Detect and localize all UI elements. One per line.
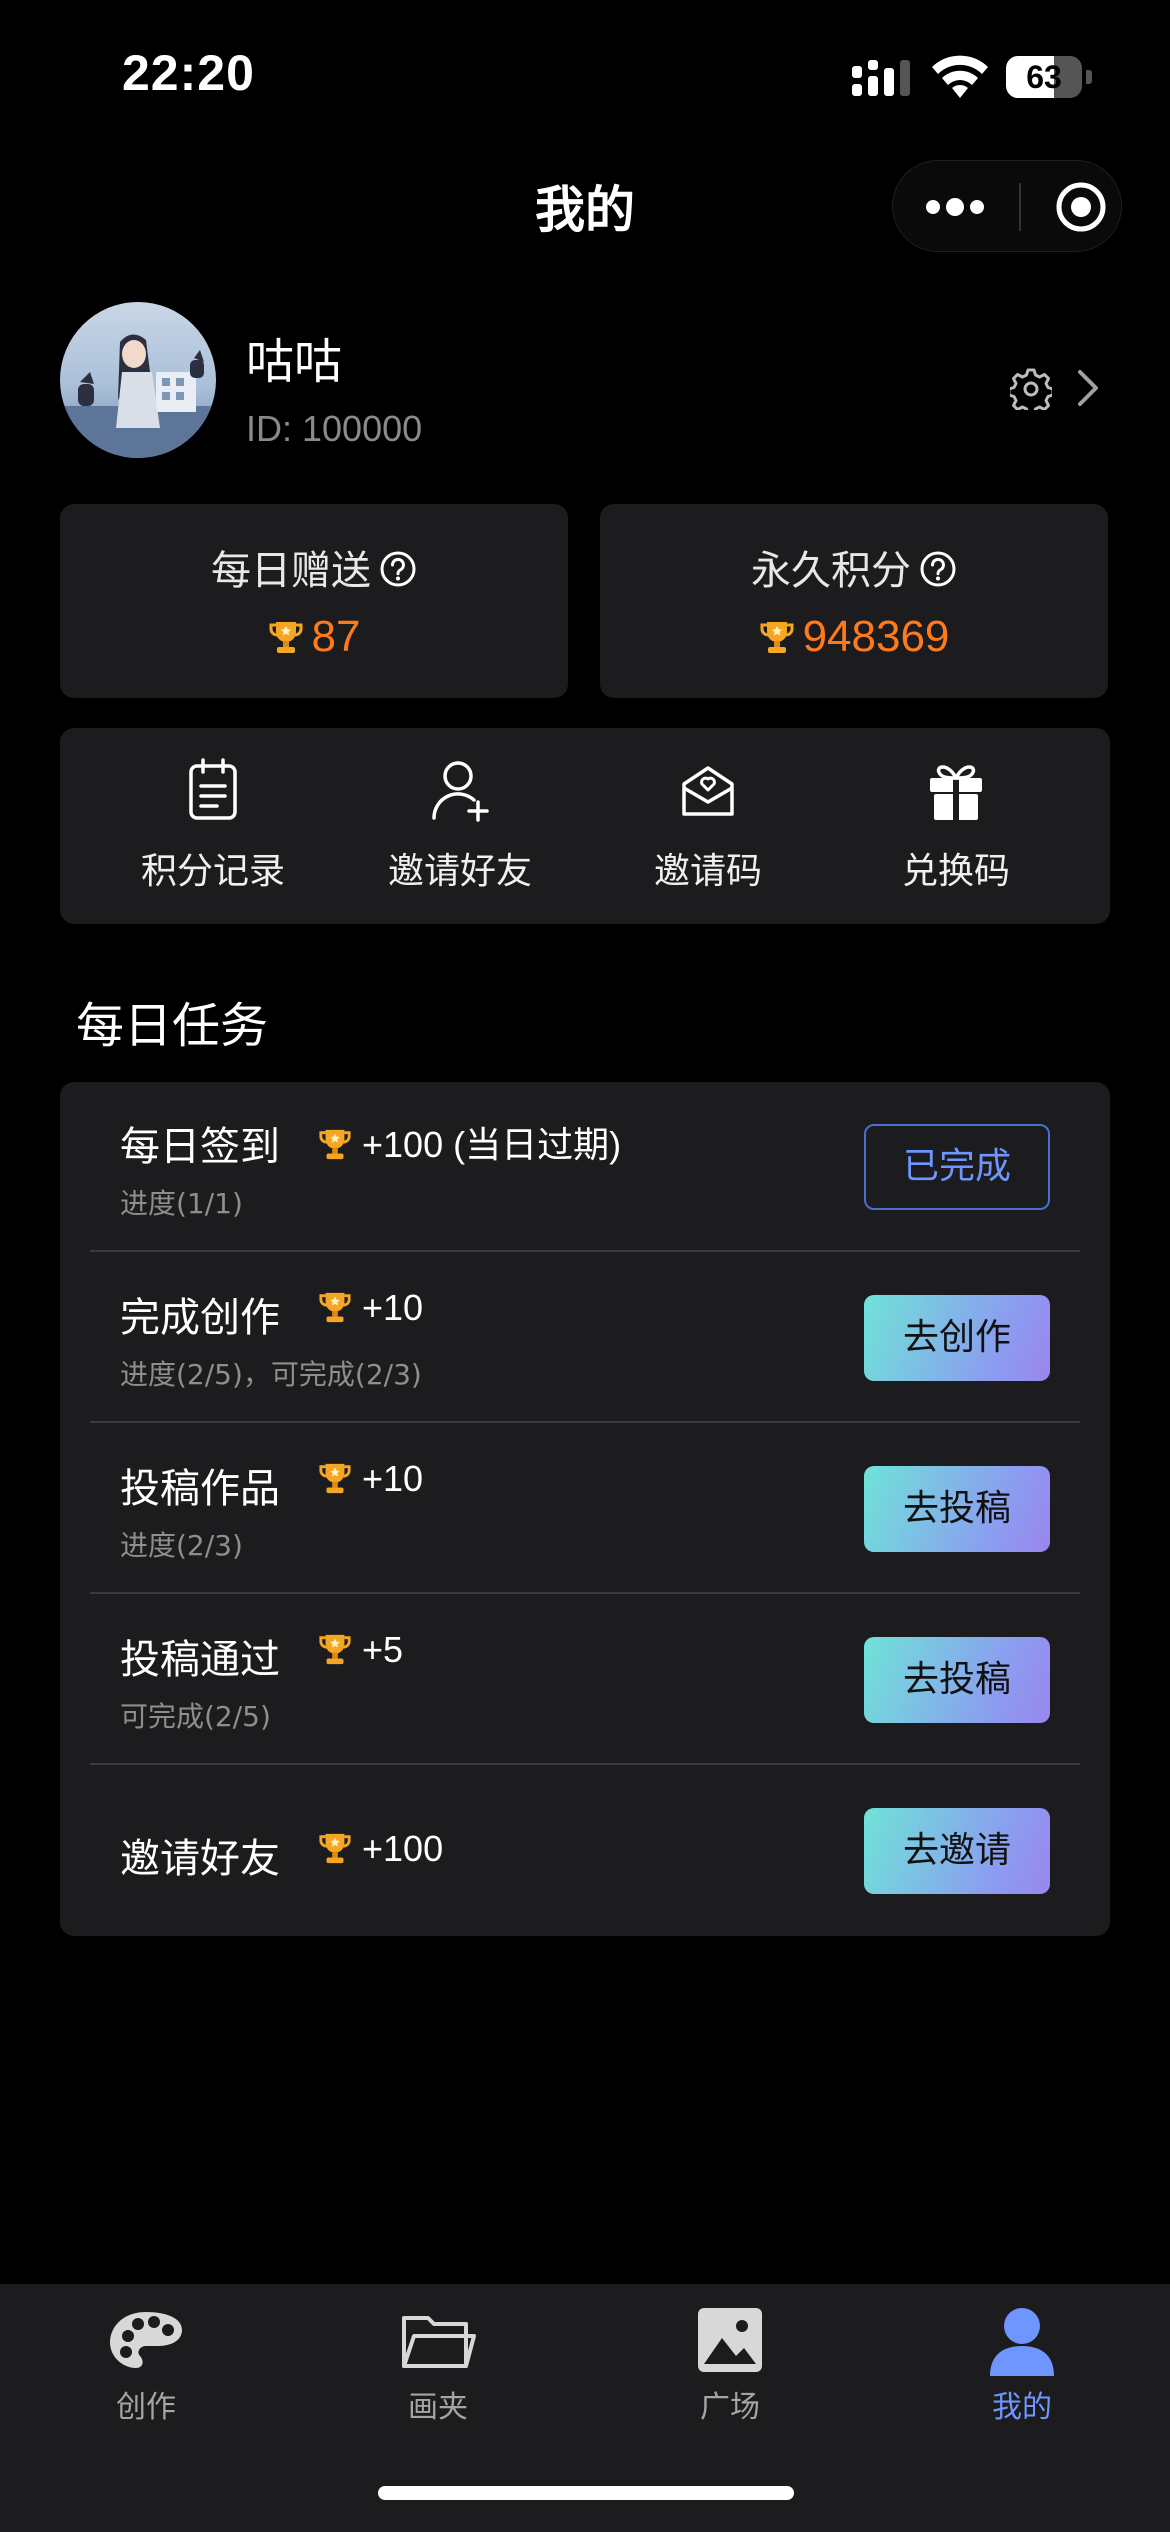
task-progress: 进度(1/1) (120, 1187, 243, 1220)
task-reward: +10 (318, 1458, 423, 1500)
help-icon[interactable] (919, 550, 957, 588)
capsule-divider (1019, 183, 1021, 231)
mini-program-capsule (892, 160, 1122, 252)
tab-label: 我的 (992, 2390, 1052, 2425)
tab-mine[interactable]: 我的 (876, 2284, 1168, 2434)
invite-code-button[interactable]: 邀请码 (588, 728, 828, 924)
tab-label: 广场 (700, 2390, 760, 2425)
go-create-button[interactable]: 去创作 (864, 1295, 1050, 1381)
task-reward-text: +100 (当日过期) (362, 1124, 622, 1165)
chevron-right-icon[interactable] (1074, 366, 1102, 410)
battery-icon: 63 (1006, 56, 1092, 98)
wifi-icon (932, 55, 988, 98)
battery-level: 63 (1026, 59, 1062, 95)
go-submit-button[interactable]: 去投稿 (864, 1637, 1050, 1723)
task-item: 投稿通过 +5 可完成(2/5) 去投稿 (60, 1595, 1110, 1765)
task-reward-text: +10 (362, 1458, 424, 1499)
permanent-points-number: 948369 (802, 612, 950, 661)
permanent-points-title: 永久积分 (600, 538, 1108, 596)
daily-points-title: 每日赠送 (60, 538, 568, 596)
task-reward-text: +5 (362, 1629, 404, 1670)
divider (90, 1763, 1080, 1765)
redeem-code-button[interactable]: 兑换码 (836, 728, 1076, 924)
user-id: ID: 100000 (246, 408, 423, 449)
task-reward: +5 (318, 1629, 403, 1671)
action-label: 兑换码 (901, 851, 1010, 892)
action-label: 邀请码 (653, 851, 762, 892)
image-icon (698, 2308, 762, 2372)
daily-points-number: 87 (311, 612, 361, 661)
tab-square[interactable]: 广场 (584, 2284, 876, 2434)
task-item: 投稿作品 +10 进度(2/3) 去投稿 (60, 1424, 1110, 1594)
close-target-icon[interactable] (1055, 181, 1107, 233)
quick-actions: 积分记录 邀请好友 邀请码 兑换码 (60, 728, 1110, 924)
task-name: 邀请好友 (120, 1836, 280, 1882)
palette-icon (110, 2312, 182, 2368)
trophy-icon (319, 1833, 351, 1864)
invite-friends-button[interactable]: 邀请好友 (340, 728, 580, 924)
task-item: 每日签到 +100 (当日过期) 进度(1/1) 已完成 (60, 1082, 1110, 1252)
cellular-signal-icon (852, 60, 910, 96)
folder-icon (402, 2316, 476, 2368)
task-name: 投稿作品 (120, 1466, 280, 1512)
avatar[interactable] (60, 302, 216, 458)
gift-icon (930, 765, 982, 820)
task-reward: +100 (当日过期) (318, 1116, 621, 1168)
points-record-button[interactable]: 积分记录 (93, 728, 333, 924)
trophy-icon (319, 1292, 351, 1323)
status-time: 22:20 (122, 45, 255, 101)
username: 咕咕 (246, 334, 343, 390)
status-bar: 22:20 63 (0, 0, 1170, 150)
task-reward: +100 (318, 1828, 443, 1870)
user-icon (990, 2308, 1054, 2376)
daily-points-label: 每日赠送 (211, 548, 371, 594)
trophy-icon (319, 1463, 351, 1494)
trophy-icon (760, 622, 794, 653)
action-label: 积分记录 (140, 851, 285, 892)
trophy-icon (319, 1129, 351, 1160)
task-progress: 可完成(2/5) (120, 1700, 271, 1733)
gear-icon[interactable] (1010, 368, 1052, 410)
task-progress: 进度(2/3) (120, 1529, 243, 1562)
task-name: 每日签到 (120, 1124, 280, 1170)
daily-points-value: 87 (60, 612, 568, 662)
task-name: 完成创作 (120, 1295, 280, 1341)
envelope-heart-icon (682, 766, 734, 816)
go-invite-button[interactable]: 去邀请 (864, 1808, 1050, 1894)
permanent-points-card[interactable]: 永久积分 948369 (600, 504, 1108, 698)
permanent-points-value: 948369 (600, 612, 1108, 662)
trophy-icon (269, 622, 303, 653)
task-reward-text: +10 (362, 1287, 424, 1328)
home-indicator (378, 2486, 794, 2500)
clipboard-icon (189, 758, 237, 820)
task-progress: 进度(2/5)，可完成(2/3) (120, 1358, 422, 1391)
trophy-icon (319, 1634, 351, 1665)
divider (90, 1592, 1080, 1594)
permanent-points-label: 永久积分 (751, 548, 911, 594)
daily-tasks-list: 每日签到 +100 (当日过期) 进度(1/1) 已完成 完成创作 +10 进度… (60, 1082, 1110, 1936)
task-reward-text: +100 (362, 1828, 444, 1869)
task-item: 完成创作 +10 进度(2/5)，可完成(2/3) 去创作 (60, 1253, 1110, 1423)
go-submit-button[interactable]: 去投稿 (864, 1466, 1050, 1552)
help-icon[interactable] (379, 550, 417, 588)
task-item: 邀请好友 +100 去邀请 (60, 1766, 1110, 1936)
section-title: 每日任务 (76, 998, 269, 1054)
add-user-icon (432, 761, 489, 822)
tab-label: 画夹 (408, 2390, 468, 2425)
divider (90, 1421, 1080, 1423)
action-label: 邀请好友 (387, 851, 532, 892)
tab-label: 创作 (116, 2390, 176, 2425)
tab-create[interactable]: 创作 (0, 2284, 292, 2434)
task-completed-button[interactable]: 已完成 (864, 1124, 1050, 1210)
daily-points-card[interactable]: 每日赠送 87 (60, 504, 568, 698)
task-reward: +10 (318, 1287, 423, 1329)
more-icon[interactable] (923, 197, 987, 217)
tab-folder[interactable]: 画夹 (292, 2284, 584, 2434)
task-name: 投稿通过 (120, 1637, 280, 1683)
divider (90, 1250, 1080, 1252)
